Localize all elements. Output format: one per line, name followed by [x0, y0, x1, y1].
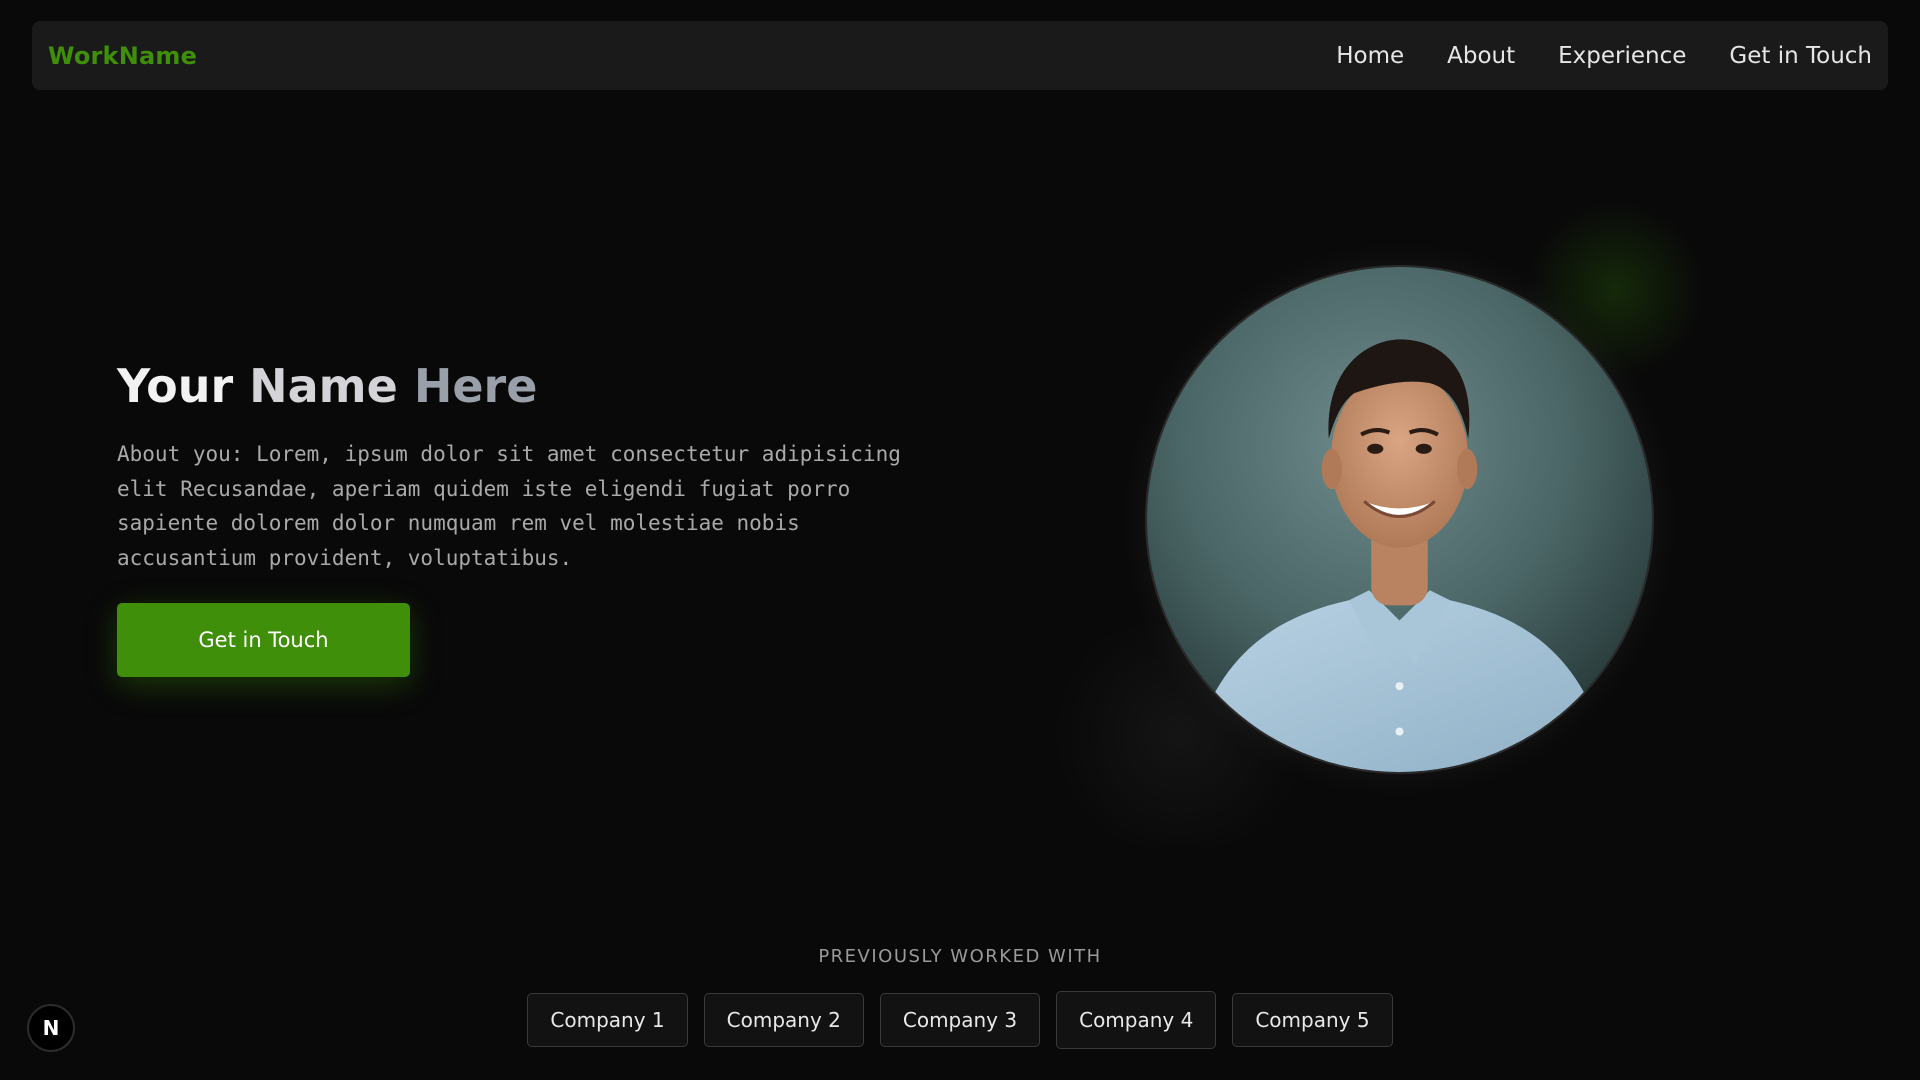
- portrait-illustration: [1147, 267, 1652, 772]
- nav-links: Home About Experience Get in Touch: [1336, 43, 1872, 69]
- company-chip-3[interactable]: Company 3: [879, 993, 1041, 1047]
- nextjs-logo-icon[interactable]: N: [27, 1004, 75, 1052]
- top-navbar: WorkName Home About Experience Get in To…: [32, 21, 1888, 90]
- title-word-1: Your: [117, 359, 234, 413]
- badge-letter: N: [42, 1016, 60, 1040]
- company-list: Company 1 Company 2 Company 3 Company 4 …: [0, 991, 1920, 1049]
- about-paragraph: About you: Lorem, ipsum dolor sit amet c…: [117, 442, 901, 571]
- hero-title: Your Name Here: [117, 355, 947, 417]
- company-chip-4[interactable]: Company 4: [1056, 991, 1217, 1049]
- title-word-3: Here: [413, 359, 538, 413]
- company-chip-1[interactable]: Company 1: [527, 993, 688, 1047]
- company-chip-5[interactable]: Company 5: [1232, 993, 1393, 1047]
- title-word-2: Name: [249, 359, 398, 413]
- get-in-touch-button[interactable]: Get in Touch: [117, 603, 410, 677]
- nav-home[interactable]: Home: [1336, 43, 1404, 69]
- previously-worked-with-label: PREVIOUSLY WORKED WITH: [818, 946, 1102, 967]
- company-chip-2[interactable]: Company 2: [703, 993, 864, 1047]
- hero-intro: Your Name Here About you: Lorem, ipsum d…: [117, 355, 947, 576]
- nav-about[interactable]: About: [1447, 43, 1515, 69]
- nav-experience[interactable]: Experience: [1558, 43, 1686, 69]
- site-logo[interactable]: WorkName: [48, 42, 197, 70]
- nav-get-in-touch[interactable]: Get in Touch: [1729, 43, 1872, 69]
- profile-photo: [1145, 265, 1654, 774]
